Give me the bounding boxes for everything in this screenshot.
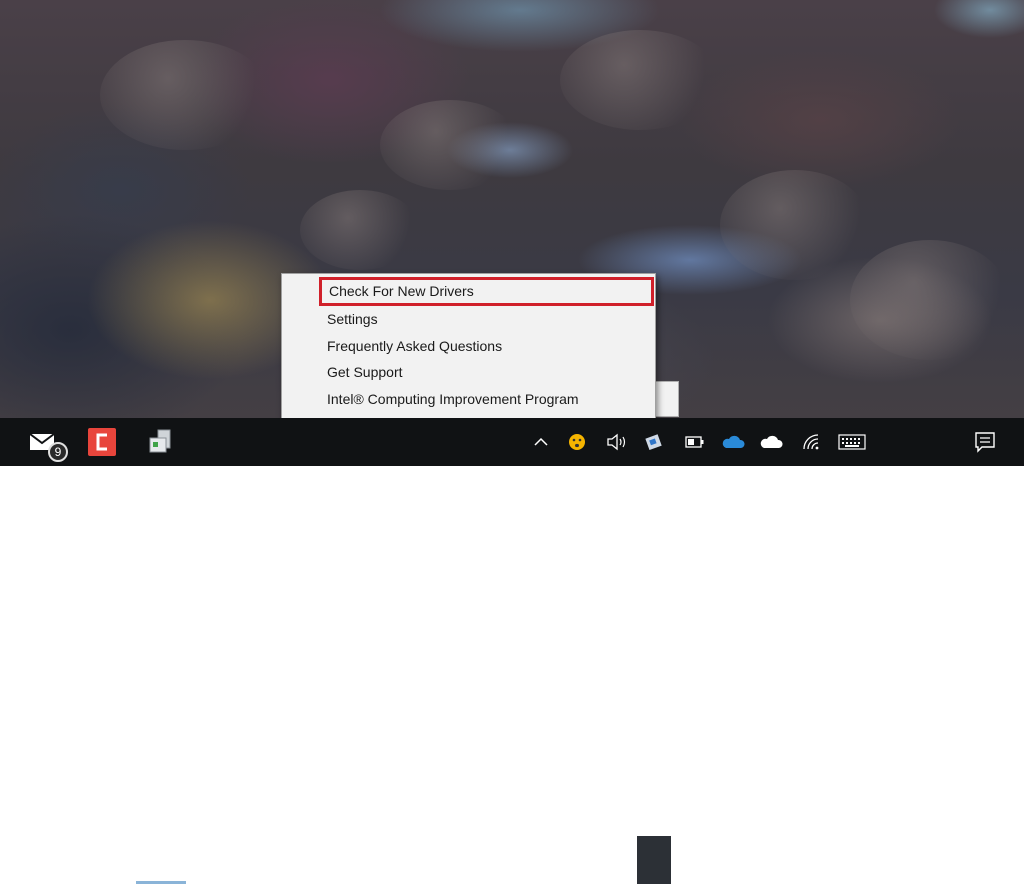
intel-driver-utility-icon [149, 429, 171, 453]
emoji-tray-button[interactable] [565, 418, 589, 466]
menu-item-computing-improvement-program[interactable]: Intel® Computing Improvement Program [282, 386, 655, 413]
clock-date: 12/14/2018 [880, 863, 952, 879]
onedrive-white-button[interactable] [758, 418, 784, 466]
wifi-icon [803, 434, 819, 450]
show-hidden-icons-button[interactable] [531, 418, 551, 466]
touch-keyboard-button[interactable] [836, 418, 868, 466]
onedrive-blue-icon [722, 435, 745, 448]
intel-driver-app-button[interactable] [136, 418, 186, 466]
onedrive-white-icon [760, 435, 783, 448]
intel-driver-tray-icon [645, 434, 662, 451]
action-center-button[interactable] [970, 418, 1000, 466]
action-center-icon [975, 432, 995, 453]
tray-flyout-edge [656, 381, 679, 417]
volume-button[interactable] [604, 418, 630, 466]
emoji-icon [569, 434, 585, 450]
clock-time: 3:54 PM [889, 841, 943, 857]
onedrive-blue-button[interactable] [720, 418, 746, 466]
context-menu: Check For New Drivers Settings Frequentl… [281, 273, 656, 438]
taskbar-clock[interactable]: 3:54 PM 12/14/2018 [874, 838, 958, 884]
red-app-button[interactable] [80, 418, 124, 466]
menu-item-get-support[interactable]: Get Support [282, 359, 655, 386]
battery-button[interactable] [684, 418, 706, 466]
taskbar: 3:54 PM 12/14/2018 [0, 418, 1024, 884]
keyboard-icon [838, 434, 866, 450]
battery-icon [685, 436, 704, 448]
network-button[interactable] [798, 418, 824, 466]
menu-item-faq[interactable]: Frequently Asked Questions [282, 333, 655, 360]
chevron-up-icon [534, 437, 548, 446]
intel-driver-tray-button[interactable] [640, 418, 668, 466]
cortana-c-app-icon [88, 428, 116, 456]
intel-tray-button-hover[interactable] [637, 836, 671, 884]
volume-icon [607, 433, 626, 451]
menu-item-check-for-new-drivers[interactable]: Check For New Drivers [319, 277, 654, 306]
menu-item-settings[interactable]: Settings [282, 306, 655, 333]
mail-unread-badge: 9 [48, 442, 68, 462]
